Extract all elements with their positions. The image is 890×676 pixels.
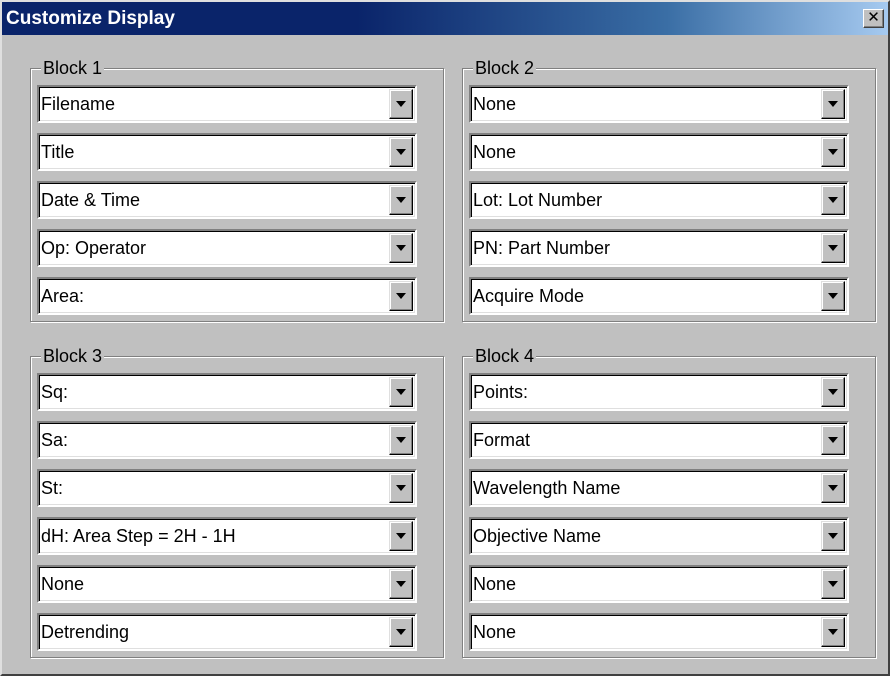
block-4-select-6[interactable]: None	[469, 613, 849, 651]
block-3-select-1[interactable]: Sq:	[37, 373, 417, 411]
combo-value: None	[473, 622, 517, 642]
block-4-select-2[interactable]: Format	[469, 421, 849, 459]
combo-value: Detrending	[41, 622, 130, 642]
block-4-select-5[interactable]: None	[469, 565, 849, 603]
dropdown-arrow-icon[interactable]	[389, 617, 413, 647]
combo-value: None	[41, 574, 85, 594]
combo-value: Filename	[41, 94, 116, 114]
block-2-label: Block 2	[473, 58, 537, 78]
block-4-label: Block 4	[473, 346, 537, 366]
dropdown-arrow-icon[interactable]	[821, 89, 845, 119]
dropdown-arrow-icon[interactable]	[821, 185, 845, 215]
dropdown-arrow-icon[interactable]	[389, 521, 413, 551]
block-2-select-5[interactable]: Acquire Mode	[469, 277, 849, 315]
block-4-group: Block 4 Points: Format Wavelength Name O…	[462, 346, 876, 658]
combo-value: Date & Time	[41, 190, 141, 210]
block-1-select-2[interactable]: Title	[37, 133, 417, 171]
dropdown-arrow-icon[interactable]	[821, 521, 845, 551]
dropdown-arrow-icon[interactable]	[389, 185, 413, 215]
dropdown-arrow-icon[interactable]	[389, 425, 413, 455]
block-1-select-1[interactable]: Filename	[37, 85, 417, 123]
block-1-select-4[interactable]: Op: Operator	[37, 229, 417, 267]
block-3-select-5[interactable]: None	[37, 565, 417, 603]
block-2-select-2[interactable]: None	[469, 133, 849, 171]
block-4-select-3[interactable]: Wavelength Name	[469, 469, 849, 507]
dropdown-arrow-icon[interactable]	[821, 281, 845, 311]
close-button[interactable]: ✕	[863, 9, 884, 28]
dropdown-arrow-icon[interactable]	[821, 617, 845, 647]
title-bar: Customize Display ✕	[2, 2, 888, 35]
block-2-select-1[interactable]: None	[469, 85, 849, 123]
combo-value: Lot: Lot Number	[473, 190, 603, 210]
combo-value: Sa:	[41, 430, 69, 450]
dropdown-arrow-icon[interactable]	[821, 569, 845, 599]
block-1-select-5[interactable]: Area:	[37, 277, 417, 315]
combo-value: St:	[41, 478, 64, 498]
combo-value: PN: Part Number	[473, 238, 611, 258]
block-3-select-4[interactable]: dH: Area Step = 2H - 1H	[37, 517, 417, 555]
dropdown-arrow-icon[interactable]	[389, 89, 413, 119]
block-3-select-2[interactable]: Sa:	[37, 421, 417, 459]
combo-value: Op: Operator	[41, 238, 147, 258]
dropdown-arrow-icon[interactable]	[389, 473, 413, 503]
window-title: Customize Display	[6, 8, 175, 29]
combo-value: None	[473, 142, 517, 162]
combo-value: None	[473, 574, 517, 594]
combo-value: dH: Area Step = 2H - 1H	[41, 526, 236, 546]
dropdown-arrow-icon[interactable]	[389, 569, 413, 599]
customize-display-dialog: Customize Display ✕ Block 1 Filename Tit…	[0, 0, 890, 676]
block-2-group: Block 2 None None Lot: Lot Number PN: Pa…	[462, 58, 876, 322]
block-3-label: Block 3	[41, 346, 105, 366]
block-1-group: Block 1 Filename Title Date & Time Op: O…	[30, 58, 444, 322]
dropdown-arrow-icon[interactable]	[389, 281, 413, 311]
combo-value: Objective Name	[473, 526, 602, 546]
block-2-select-3[interactable]: Lot: Lot Number	[469, 181, 849, 219]
combo-value: Area:	[41, 286, 85, 306]
block-3-select-6[interactable]: Detrending	[37, 613, 417, 651]
combo-value: Points:	[473, 382, 529, 402]
block-4-select-1[interactable]: Points:	[469, 373, 849, 411]
block-2-select-4[interactable]: PN: Part Number	[469, 229, 849, 267]
block-3-select-3[interactable]: St:	[37, 469, 417, 507]
dropdown-arrow-icon[interactable]	[821, 137, 845, 167]
combo-value: Format	[473, 430, 531, 450]
block-1-label: Block 1	[41, 58, 105, 78]
block-4-select-4[interactable]: Objective Name	[469, 517, 849, 555]
dropdown-arrow-icon[interactable]	[389, 233, 413, 263]
block-3-group: Block 3 Sq: Sa: St: dH: Area Step = 2H -…	[30, 346, 444, 658]
block-1-select-3[interactable]: Date & Time	[37, 181, 417, 219]
combo-value: None	[473, 94, 517, 114]
combo-value: Sq:	[41, 382, 69, 402]
dropdown-arrow-icon[interactable]	[821, 233, 845, 263]
combo-value: Title	[41, 142, 75, 162]
dropdown-arrow-icon[interactable]	[821, 377, 845, 407]
dropdown-arrow-icon[interactable]	[821, 473, 845, 503]
combo-value: Acquire Mode	[473, 286, 585, 306]
dropdown-arrow-icon[interactable]	[389, 137, 413, 167]
dropdown-arrow-icon[interactable]	[821, 425, 845, 455]
combo-value: Wavelength Name	[473, 478, 621, 498]
dropdown-arrow-icon[interactable]	[389, 377, 413, 407]
